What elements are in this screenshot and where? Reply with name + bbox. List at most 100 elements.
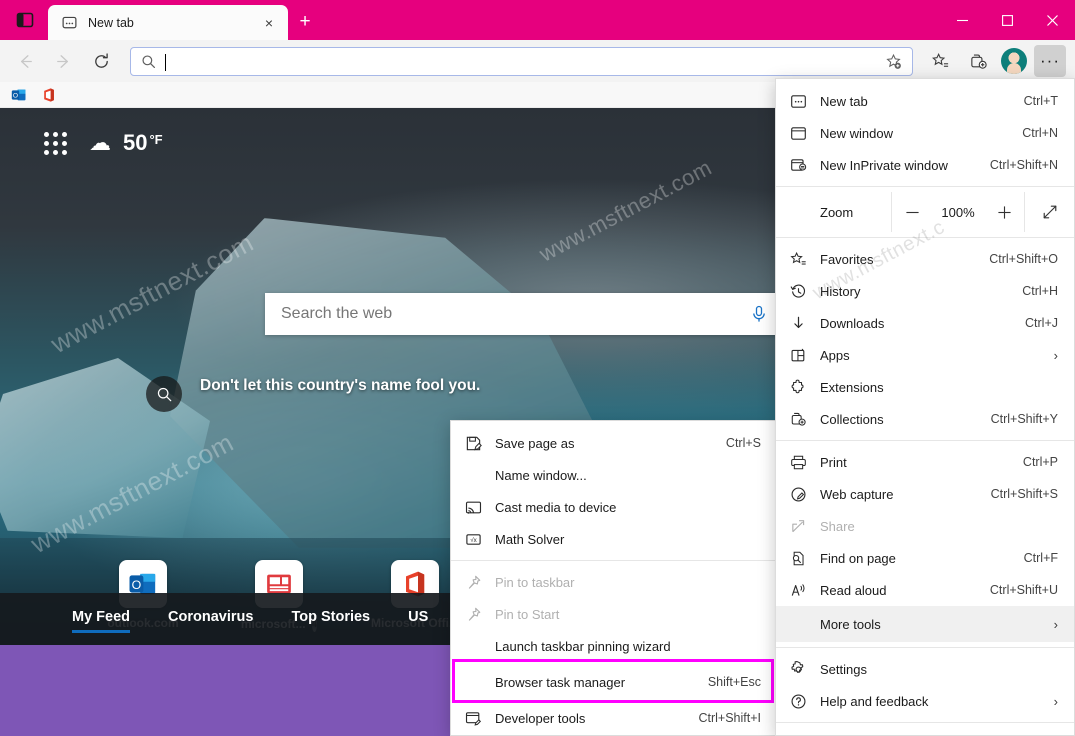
- menu-item-math-solver[interactable]: √x Math Solver: [451, 523, 777, 555]
- nav-item-my-feed[interactable]: My Feed: [72, 609, 130, 629]
- menu-item-label: Web capture: [820, 487, 979, 502]
- newtab-icon: [60, 14, 78, 32]
- menu-item-browser-task-manager[interactable]: Browser task manager Shift+Esc: [451, 662, 777, 702]
- print-icon: [776, 454, 820, 471]
- search-icon: [139, 52, 157, 70]
- menu-item-label: New tab: [820, 94, 1012, 109]
- menu-item-label: Extensions: [820, 380, 1046, 395]
- fullscreen-icon[interactable]: [1024, 192, 1074, 232]
- new-tab-button[interactable]: +: [292, 9, 318, 35]
- zoom-label: Zoom: [776, 192, 891, 232]
- menu-item-developer-tools[interactable]: Developer tools Ctrl+Shift+I: [451, 702, 777, 734]
- menu-separator: [776, 186, 1074, 187]
- menu-item-launch-taskbar-pinning-wizard[interactable]: Launch taskbar pinning wizard: [451, 630, 777, 662]
- back-button[interactable]: [9, 45, 41, 77]
- chevron-right-icon: ›: [1042, 694, 1058, 709]
- menu-item-label: Favorites: [820, 252, 977, 267]
- menu-item-label: Pin to taskbar: [495, 575, 749, 590]
- menu-item-downloads[interactable]: Downloads Ctrl+J: [776, 307, 1074, 339]
- menu-item-more-tools[interactable]: More tools ›: [776, 606, 1074, 642]
- menu-item-label: Settings: [820, 662, 1046, 677]
- menu-item-favorites[interactable]: Favorites Ctrl+Shift+O: [776, 243, 1074, 275]
- nav-item-top-stories[interactable]: Top Stories: [291, 609, 370, 629]
- weather-widget[interactable]: ☁ 50°F: [89, 130, 163, 156]
- menu-item-label: Save page as: [495, 436, 714, 451]
- menu-item-label: More tools: [820, 617, 1042, 632]
- downloads-icon: [776, 315, 820, 332]
- menu-item-share[interactable]: Share: [776, 510, 1074, 542]
- menu-item-read-aloud[interactable]: Read aloud Ctrl+Shift+U: [776, 574, 1074, 606]
- new-window-icon: [776, 125, 820, 142]
- menu-item-pin-to-taskbar[interactable]: Pin to taskbar: [451, 566, 777, 598]
- menu-item-shortcut: Ctrl+Shift+Y: [991, 412, 1058, 426]
- browser-toolbar: ···: [0, 40, 1075, 82]
- menu-item-shortcut: Ctrl+T: [1024, 94, 1058, 108]
- menu-item-apps[interactable]: Apps ›: [776, 339, 1074, 371]
- zoom-out-button[interactable]: [892, 192, 932, 232]
- close-window-button[interactable]: [1030, 0, 1075, 40]
- menu-item-new-window[interactable]: New window Ctrl+N: [776, 117, 1074, 149]
- favorites-icon[interactable]: [924, 45, 956, 77]
- menu-item-shortcut: Ctrl+Shift+U: [990, 583, 1058, 597]
- settings-and-more-button[interactable]: ···: [1034, 45, 1066, 77]
- menu-item-pin-to-start[interactable]: Pin to Start: [451, 598, 777, 630]
- menu-item-history[interactable]: History Ctrl+H: [776, 275, 1074, 307]
- menu-item-help-and-feedback[interactable]: Help and feedback ›: [776, 685, 1074, 717]
- menu-item-new-inprivate-window[interactable]: New InPrivate window Ctrl+Shift+N: [776, 149, 1074, 181]
- menu-separator: [451, 560, 777, 561]
- menu-item-label: Print: [820, 455, 1011, 470]
- microphone-icon[interactable]: [749, 304, 769, 324]
- address-bar[interactable]: [130, 47, 913, 76]
- menu-item-name-window[interactable]: Name window...: [451, 459, 777, 491]
- refresh-button[interactable]: [85, 45, 117, 77]
- tab-actions-icon[interactable]: [10, 6, 40, 34]
- office-favicon[interactable]: [40, 86, 58, 104]
- menu-separator: [776, 722, 1074, 723]
- zoom-in-button[interactable]: [984, 192, 1024, 232]
- content-teaser[interactable]: Don't let this country's name fool you.: [146, 376, 480, 412]
- app-launcher-icon[interactable]: [44, 132, 67, 155]
- menu-separator: [776, 647, 1074, 648]
- nav-item-coronavirus[interactable]: Coronavirus: [168, 609, 253, 629]
- menu-item-extensions[interactable]: Extensions: [776, 371, 1074, 403]
- menu-item-find-on-page[interactable]: Find on page Ctrl+F: [776, 542, 1074, 574]
- menu-item-shortcut: Ctrl+J: [1025, 316, 1058, 330]
- favorite-add-icon[interactable]: [882, 50, 904, 72]
- collections-icon[interactable]: [962, 45, 994, 77]
- share-icon: [776, 518, 820, 535]
- menu-item-save-page-as[interactable]: Save page as Ctrl+S: [451, 427, 777, 459]
- menu-item-shortcut: Ctrl+Shift+N: [990, 158, 1058, 172]
- forward-button[interactable]: [47, 45, 79, 77]
- zoom-control-row: Zoom 100%: [776, 192, 1074, 232]
- web-search-box[interactable]: Search the web: [265, 293, 825, 335]
- save-page-icon: [451, 435, 495, 452]
- more-tools-submenu: Save page as Ctrl+S Name window... Cast …: [450, 420, 778, 736]
- menu-item-settings[interactable]: Settings: [776, 653, 1074, 685]
- zoom-controls: 100%: [891, 192, 1024, 232]
- help-icon: [776, 693, 820, 710]
- inprivate-icon: [776, 157, 820, 174]
- svg-text:O: O: [13, 92, 18, 99]
- profile-avatar[interactable]: [1001, 48, 1027, 74]
- menu-item-close-microsoft-edge[interactable]: Close Microsoft Edge: [776, 728, 1074, 736]
- cast-icon: [451, 499, 495, 516]
- browser-tab[interactable]: New tab ×: [48, 5, 288, 40]
- outlook-favicon[interactable]: O: [10, 86, 28, 104]
- minimize-button[interactable]: [940, 0, 985, 40]
- maximize-button[interactable]: [985, 0, 1030, 40]
- devtools-icon: [451, 710, 495, 727]
- nav-item-us[interactable]: US: [408, 609, 428, 629]
- menu-item-print[interactable]: Print Ctrl+P: [776, 446, 1074, 478]
- menu-item-shortcut: Ctrl+H: [1022, 284, 1058, 298]
- close-icon[interactable]: ×: [258, 12, 280, 34]
- text-caret: [165, 54, 166, 71]
- menu-item-web-capture[interactable]: Web capture Ctrl+Shift+S: [776, 478, 1074, 510]
- menu-item-label: Pin to Start: [495, 607, 749, 622]
- menu-item-label: Launch taskbar pinning wizard: [495, 639, 749, 654]
- menu-item-collections[interactable]: Collections Ctrl+Shift+Y: [776, 403, 1074, 435]
- menu-item-label: New InPrivate window: [820, 158, 978, 173]
- address-input[interactable]: [165, 54, 882, 69]
- menu-item-cast-media-to-device[interactable]: Cast media to device: [451, 491, 777, 523]
- menu-item-new-tab[interactable]: New tab Ctrl+T: [776, 85, 1074, 117]
- weather-temperature: 50: [123, 130, 147, 155]
